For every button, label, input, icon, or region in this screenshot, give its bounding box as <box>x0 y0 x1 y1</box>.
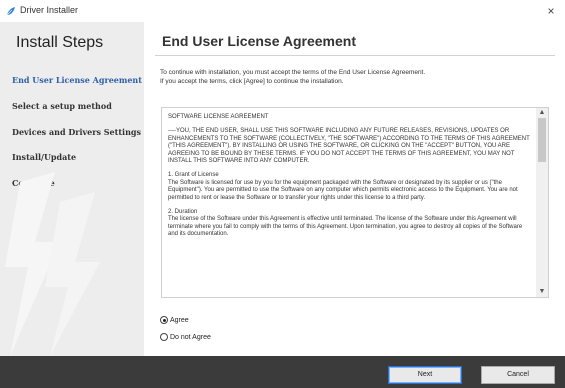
cancel-button[interactable]: Cancel <box>481 366 555 384</box>
title-divider <box>155 55 555 56</box>
section-1-title: 1. Grant of License <box>168 172 219 179</box>
license-paragraph-1: ----YOU, THE END USER, SHALL USE THIS SO… <box>168 128 530 165</box>
app-feather-icon <box>6 7 15 16</box>
license-text-box[interactable]: SOFTWARE LICENSE AGREEMENT ----YOU, THE … <box>161 107 549 298</box>
do-not-agree-option[interactable]: Do not Agree <box>160 333 211 341</box>
lightning-watermark-icon <box>5 172 100 356</box>
title-bar: Driver Installer × <box>0 0 565 22</box>
license-section-1: 1. Grant of License The Software is lice… <box>168 172 530 202</box>
next-button[interactable]: Next <box>388 366 462 384</box>
license-section-2: 2. Duration The license of the Software … <box>168 209 530 239</box>
agree-option[interactable]: Agree <box>160 316 189 324</box>
section-2-title: 2. Duration <box>168 209 198 216</box>
step-install-update: Install/Update <box>12 152 77 162</box>
license-text: SOFTWARE LICENSE AGREEMENT ----YOU, THE … <box>168 114 530 246</box>
sidebar-title: Install Steps <box>16 34 104 51</box>
page-title: End User License Agreement <box>162 33 356 49</box>
scroll-down-icon[interactable]: ▼ <box>536 287 548 297</box>
scroll-thumb[interactable] <box>538 118 546 162</box>
step-select-setup-method: Select a setup method <box>12 101 112 111</box>
agree-label: Agree <box>170 316 189 324</box>
do-not-agree-label: Do not Agree <box>170 333 211 341</box>
section-1-text: The Software is licensed for use by you … <box>168 179 518 201</box>
license-heading: SOFTWARE LICENSE AGREEMENT <box>168 114 269 120</box>
intro-text: To continue with installation, you must … <box>160 68 555 86</box>
window-title: Driver Installer <box>20 5 79 15</box>
intro-line-2: If you accept the terms, click [Agree] t… <box>160 78 344 85</box>
footer-bar: Next Cancel <box>0 356 565 388</box>
license-scrollbar[interactable]: ▲ ▼ <box>536 108 548 297</box>
scroll-up-icon[interactable]: ▲ <box>536 108 548 118</box>
do-not-agree-radio[interactable] <box>160 333 168 341</box>
step-devices-drivers-settings: Devices and Drivers Settings <box>12 127 141 137</box>
close-icon: × <box>547 4 555 18</box>
intro-line-1: To continue with installation, you must … <box>160 69 426 76</box>
install-steps-sidebar: Install Steps End User License Agreement… <box>0 22 144 356</box>
agree-radio[interactable] <box>160 316 168 324</box>
section-2-text: The license of the Software under this A… <box>168 216 523 238</box>
step-end-user-license-agreement: End User License Agreement <box>12 75 142 85</box>
close-button[interactable]: × <box>543 3 559 19</box>
